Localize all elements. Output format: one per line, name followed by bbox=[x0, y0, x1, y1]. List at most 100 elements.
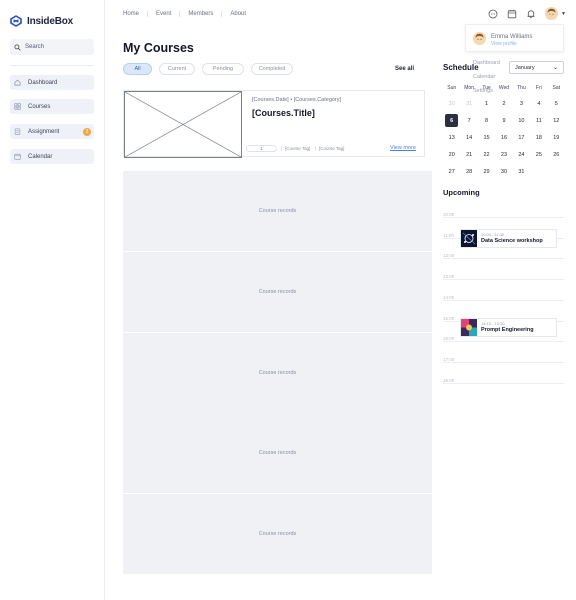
calendar-day[interactable]: 23 bbox=[495, 146, 512, 163]
calendar-day[interactable]: 19 bbox=[548, 129, 565, 146]
view-profile-link[interactable]: View profile bbox=[491, 41, 517, 47]
calendar-icon bbox=[14, 153, 21, 160]
calendar-day[interactable]: 5 bbox=[548, 95, 565, 112]
grid-icon bbox=[14, 103, 21, 110]
calendar-day[interactable]: 17 bbox=[513, 129, 530, 146]
calendar-day[interactable]: 11 bbox=[530, 112, 547, 129]
nav-divider bbox=[221, 11, 223, 17]
calendar-day[interactable]: 24 bbox=[513, 146, 530, 163]
filter-pending[interactable]: Pending bbox=[202, 63, 244, 75]
course-record-placeholder: Course records bbox=[123, 171, 432, 251]
nav-link-members[interactable]: Members bbox=[188, 11, 213, 17]
image-placeholder-icon bbox=[124, 91, 242, 158]
course-tag: [Course Tag] bbox=[315, 146, 344, 151]
nav-link-event[interactable]: Event bbox=[156, 11, 171, 17]
top-nav: Home Event Members About bbox=[123, 11, 246, 17]
see-all-link[interactable]: See all bbox=[395, 66, 414, 72]
event-card[interactable]: 14:15 - 15:30 Prompt Engineering bbox=[460, 318, 557, 337]
calendar-day[interactable]: 20 bbox=[443, 146, 460, 163]
sidebar-item-assignment[interactable]: Assignment 3 bbox=[10, 124, 94, 139]
search-placeholder: Search bbox=[25, 44, 45, 50]
course-record-placeholder: Course records bbox=[123, 413, 432, 493]
calendar-icon[interactable] bbox=[507, 9, 517, 19]
menu-item-calendar[interactable]: Calendar bbox=[473, 74, 495, 80]
app-logo[interactable]: InsideBox bbox=[10, 15, 73, 27]
upcoming-title: Upcoming bbox=[443, 188, 480, 197]
calendar-day[interactable]: 31 bbox=[460, 95, 477, 112]
timeline-hour-label: 13:00 bbox=[443, 274, 455, 280]
calendar-day[interactable]: 3 bbox=[513, 95, 530, 112]
filter-all[interactable]: All bbox=[123, 63, 152, 75]
user-avatar[interactable] bbox=[545, 7, 558, 20]
profile-avatar bbox=[473, 32, 486, 45]
bell-icon[interactable] bbox=[526, 9, 536, 19]
avatar-face-icon bbox=[473, 32, 486, 45]
calendar-day[interactable]: 2 bbox=[495, 95, 512, 112]
calendar-day[interactable]: 12 bbox=[548, 112, 565, 129]
calendar-day[interactable]: 30 bbox=[495, 163, 512, 180]
timeline-gridline bbox=[443, 341, 564, 343]
calendar-day[interactable]: 30 bbox=[443, 95, 460, 112]
sidebar-item-courses[interactable]: Courses bbox=[10, 99, 94, 114]
calendar-day-today[interactable]: 6 bbox=[445, 114, 459, 127]
timeline-hour-label: 17:00 bbox=[443, 356, 455, 362]
weekday-label: Thu bbox=[517, 85, 526, 91]
event-card[interactable]: 10:00 - 11:30 Data Science workshop bbox=[460, 229, 557, 248]
header-actions: ▼ bbox=[488, 7, 566, 20]
chevron-down-icon[interactable]: ▼ bbox=[561, 11, 566, 17]
calendar-day[interactable]: 13 bbox=[443, 129, 460, 146]
nav-divider bbox=[147, 11, 149, 17]
weekday-label: Sat bbox=[552, 85, 561, 91]
course-record-placeholder: Course records bbox=[123, 333, 432, 413]
calendar-day[interactable]: 27 bbox=[443, 163, 460, 180]
nav-link-home[interactable]: Home bbox=[123, 11, 139, 17]
calendar-day[interactable]: 9 bbox=[495, 112, 512, 129]
calendar-day[interactable]: 14 bbox=[460, 129, 477, 146]
course-meta: [Courses.Date] • [Courses.Category] bbox=[252, 97, 342, 103]
calendar-day[interactable]: 28 bbox=[460, 163, 477, 180]
nav-link-about[interactable]: About bbox=[230, 11, 246, 17]
home-icon bbox=[14, 79, 21, 86]
view-more-link[interactable]: View more bbox=[390, 145, 416, 151]
filter-current[interactable]: Current bbox=[159, 63, 195, 75]
calendar-day[interactable]: 4 bbox=[530, 95, 547, 112]
calendar-day[interactable]: 21 bbox=[460, 146, 477, 163]
placeholder-label: Course records bbox=[258, 208, 297, 214]
calendar-day[interactable]: 10 bbox=[513, 112, 530, 129]
sidebar-item-dashboard[interactable]: Dashboard bbox=[10, 75, 94, 90]
calendar-day[interactable]: 29 bbox=[478, 163, 495, 180]
timeline-hour-label: 12:00 bbox=[443, 253, 455, 259]
search-input[interactable]: Search bbox=[10, 39, 94, 55]
calendar-day[interactable]: 31 bbox=[513, 163, 530, 180]
profile-dropdown: Emma Williams View profile bbox=[465, 24, 564, 52]
calendar-day[interactable]: 1 bbox=[478, 95, 495, 112]
weekday-label: Mon bbox=[464, 85, 474, 91]
calendar-day[interactable]: 15 bbox=[478, 129, 495, 146]
calendar-day[interactable]: 8 bbox=[478, 112, 495, 129]
calendar-day[interactable]: 26 bbox=[548, 146, 565, 163]
calendar-day[interactable]: 25 bbox=[530, 146, 547, 163]
event-title: Data Science workshop bbox=[481, 238, 543, 244]
course-progress: 1 bbox=[246, 145, 277, 152]
calendar-day[interactable]: 18 bbox=[530, 129, 547, 146]
timeline-hour-label: 14:00 bbox=[443, 294, 455, 300]
month-select[interactable]: January ⌄ bbox=[509, 61, 564, 74]
placeholder-label: Course records bbox=[258, 289, 297, 295]
calendar-grid: 30 31 1 2 3 4 5 6 7 8 9 10 11 12 13 14 15 16 17 18 19 20 21 22 2… bbox=[443, 95, 565, 180]
schedule-title: Schedule bbox=[443, 63, 479, 72]
course-tag: [Course Tag] bbox=[281, 146, 310, 151]
profile-name: Emma Williams bbox=[491, 34, 533, 40]
sidebar-divider bbox=[10, 65, 94, 66]
featured-course-card[interactable]: [Courses.Date] • [Courses.Category] [Cou… bbox=[123, 90, 425, 158]
sidebar-item-calendar[interactable]: Calendar bbox=[10, 149, 94, 164]
timeline-hour-label: 18:00 bbox=[443, 377, 455, 383]
weekday-label: Tue bbox=[482, 85, 491, 91]
data-science-thumbnail-icon bbox=[461, 230, 477, 247]
timeline-gridline bbox=[443, 217, 564, 218]
calendar-day[interactable]: 7 bbox=[460, 112, 477, 129]
course-title: [Courses.Title] bbox=[252, 108, 315, 118]
calendar-day[interactable]: 16 bbox=[495, 129, 512, 146]
chat-icon[interactable] bbox=[488, 9, 498, 19]
filter-completed[interactable]: Completed bbox=[251, 63, 293, 75]
calendar-day[interactable]: 22 bbox=[478, 146, 495, 163]
